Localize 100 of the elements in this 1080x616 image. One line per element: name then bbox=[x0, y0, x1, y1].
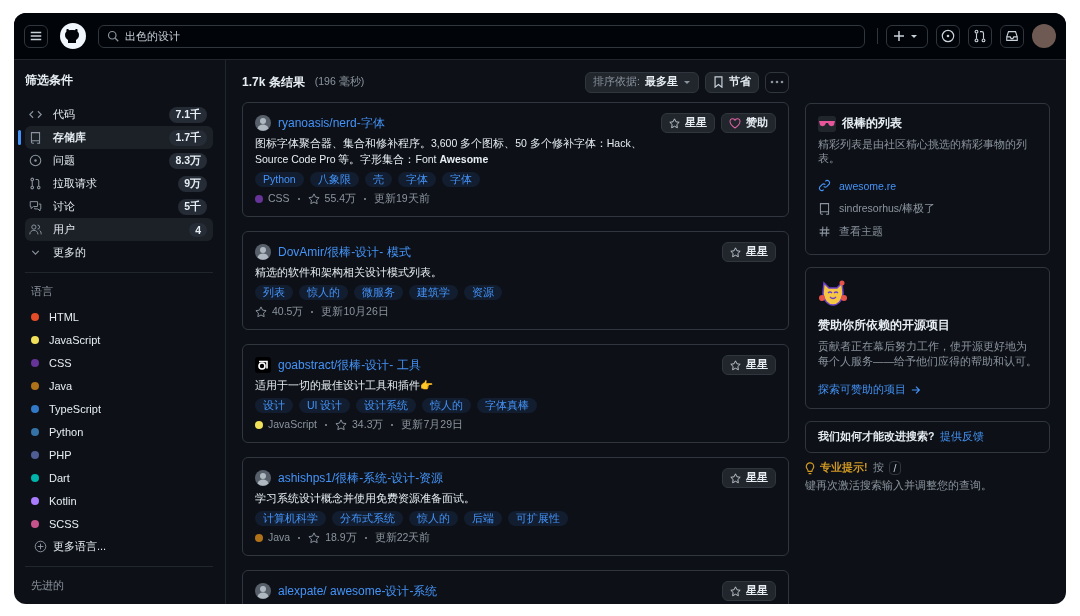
count-badge: 5千 bbox=[178, 198, 207, 215]
language-filter[interactable]: Kotlin bbox=[25, 489, 213, 512]
star-count: 55.4万 bbox=[324, 192, 357, 205]
topic-tag[interactable]: 后端 bbox=[464, 511, 502, 526]
filter-item[interactable]: 问题 8.3万 bbox=[25, 149, 213, 172]
sponsor-button[interactable]: 赞助 bbox=[721, 113, 776, 133]
topic-tag[interactable]: 字体真棒 bbox=[477, 398, 538, 413]
card-description: 贡献者正在幕后努力工作，使开源更好地为每个人服务——给予他们应得的帮助和认可。 bbox=[818, 339, 1037, 369]
filter-item[interactable]: 拉取请求 9万 bbox=[25, 172, 213, 195]
language-filter[interactable]: HTML bbox=[25, 305, 213, 328]
language-filter[interactable]: SCSS bbox=[25, 512, 213, 535]
branch-icon bbox=[973, 29, 987, 43]
language-filter[interactable]: Dart bbox=[25, 466, 213, 489]
topic-tag[interactable]: 设计 bbox=[255, 398, 293, 413]
star-icon bbox=[255, 305, 267, 318]
filter-item[interactable]: 更多的 bbox=[25, 241, 213, 264]
language-filter[interactable]: JavaScript bbox=[25, 328, 213, 351]
star-icon bbox=[730, 359, 741, 371]
arrow-right-icon bbox=[911, 385, 921, 395]
languages-heading: 语言 bbox=[30, 284, 54, 299]
filter-item[interactable]: 代码 7.1千 bbox=[25, 103, 213, 126]
star-button[interactable]: 星星 bbox=[722, 242, 776, 262]
language-filter[interactable]: TypeScript bbox=[25, 397, 213, 420]
logo-icon bbox=[255, 357, 271, 373]
awesome-list-link[interactable]: awesome.re bbox=[818, 174, 1037, 197]
star-button[interactable]: 星星 bbox=[722, 581, 776, 601]
topic-tag[interactable]: 可扩展性 bbox=[508, 511, 568, 526]
feedback-question: 我们如何才能改进搜索? bbox=[818, 430, 935, 444]
issue-icon bbox=[941, 29, 955, 43]
topic-tag[interactable]: 字体 bbox=[397, 172, 436, 187]
pull-requests-button[interactable] bbox=[968, 24, 992, 48]
topic-tag[interactable]: 惊人的 bbox=[299, 285, 348, 300]
star-icon bbox=[335, 418, 348, 431]
star-count: 18.9万 bbox=[325, 531, 357, 544]
star-button[interactable]: 星星 bbox=[722, 468, 776, 488]
user-avatar[interactable] bbox=[1032, 24, 1056, 48]
repository-link[interactable]: ashishps1/很棒-系统-设计-资源 bbox=[278, 469, 444, 487]
star-button[interactable]: 星星 bbox=[661, 113, 715, 133]
language-filter[interactable]: CSS bbox=[25, 351, 213, 374]
filter-item[interactable]: 用户 4 bbox=[25, 218, 213, 241]
repository-description: 适用于一切的最佳设计工具和插件👉 bbox=[255, 378, 434, 393]
save-button[interactable]: 节省 bbox=[705, 71, 759, 93]
count-badge: 7.1千 bbox=[169, 106, 207, 123]
topic-tag[interactable]: 惊人的 bbox=[409, 511, 458, 526]
awesome-list-link[interactable]: 查看主题 bbox=[818, 220, 1037, 243]
language-filter[interactable]: Python bbox=[25, 420, 213, 443]
feedback-link[interactable]: 提供反馈 bbox=[940, 430, 985, 444]
issues-button[interactable] bbox=[936, 24, 960, 48]
topic-tag[interactable]: 设计系统 bbox=[356, 398, 417, 413]
updated-time: 更新19天前 bbox=[374, 192, 430, 205]
topic-tag[interactable]: 八象限 bbox=[309, 172, 359, 187]
language-name: Java bbox=[268, 531, 291, 544]
card-title: 很棒的列表 bbox=[842, 115, 902, 132]
menu-button[interactable] bbox=[24, 24, 48, 48]
star-icon bbox=[669, 117, 680, 129]
awesome-list-link[interactable]: sindresorhus/棒极了 bbox=[818, 197, 1037, 220]
topic-tag[interactable]: 惊人的 bbox=[422, 398, 472, 413]
topic-tag[interactable]: UI 设计 bbox=[299, 398, 351, 413]
star-icon bbox=[730, 585, 741, 597]
create-new-button[interactable] bbox=[886, 24, 928, 48]
menu-icon bbox=[29, 29, 43, 43]
book-icon bbox=[818, 202, 831, 215]
more-options-button[interactable] bbox=[765, 71, 789, 93]
pro-tip-label: 专业提示! bbox=[820, 461, 868, 475]
ellipsis-icon bbox=[770, 80, 784, 84]
smiling-cat-drawing bbox=[818, 279, 848, 307]
avatar-icon bbox=[255, 470, 271, 486]
avatar-icon bbox=[255, 115, 271, 131]
topic-tag[interactable]: 微服务 bbox=[354, 285, 403, 300]
topic-tag[interactable]: 列表 bbox=[255, 285, 293, 300]
repository-link[interactable]: goabstract/很棒-设计- 工具 bbox=[278, 356, 421, 374]
search-field[interactable]: 出色的设计 bbox=[98, 24, 865, 48]
count-badge: 1.7千 bbox=[169, 129, 207, 146]
topic-tag[interactable]: 壳 bbox=[364, 172, 392, 187]
octocat-logo-icon[interactable] bbox=[60, 23, 86, 49]
book-icon bbox=[29, 131, 42, 144]
star-button[interactable]: 星星 bbox=[722, 355, 776, 375]
sort-dropdown[interactable]: 排序依据: 最多星 bbox=[585, 71, 699, 93]
topic-tag[interactable]: 字体 bbox=[441, 172, 480, 187]
language-filter[interactable]: PHP bbox=[25, 443, 213, 466]
sunglasses-icon bbox=[818, 115, 836, 132]
topic-tag[interactable]: 资源 bbox=[464, 285, 502, 300]
caret-icon bbox=[683, 78, 691, 86]
star-count: 34.3万 bbox=[352, 418, 384, 431]
card-title: 赞助你所依赖的开源项目 bbox=[818, 317, 951, 334]
topic-tag[interactable]: 分布式系统 bbox=[332, 511, 403, 526]
repository-link[interactable]: DovAmir/很棒-设计- 模式 bbox=[278, 243, 411, 261]
language-filter[interactable]: Java bbox=[25, 374, 213, 397]
inbox-button[interactable] bbox=[1000, 24, 1024, 48]
topic-tag[interactable]: 计算机科学 bbox=[255, 511, 326, 526]
topic-tag[interactable]: Python bbox=[255, 172, 304, 187]
inbox-icon bbox=[1005, 29, 1019, 43]
star-count: 40.5万 bbox=[272, 305, 304, 318]
repository-link[interactable]: alexpate/ awesome-设计-系统 bbox=[278, 582, 438, 600]
updated-time: 更新22天前 bbox=[374, 531, 431, 544]
filter-item[interactable]: 讨论 5千 bbox=[25, 195, 213, 218]
repository-link[interactable]: ryanoasis/nerd-字体 bbox=[278, 114, 385, 132]
more-languages-link[interactable]: 更多语言... bbox=[25, 535, 213, 558]
explore-sponsorable-link[interactable]: 探索可赞助的项目 bbox=[818, 383, 921, 397]
topic-tag[interactable]: 建筑学 bbox=[409, 285, 458, 300]
